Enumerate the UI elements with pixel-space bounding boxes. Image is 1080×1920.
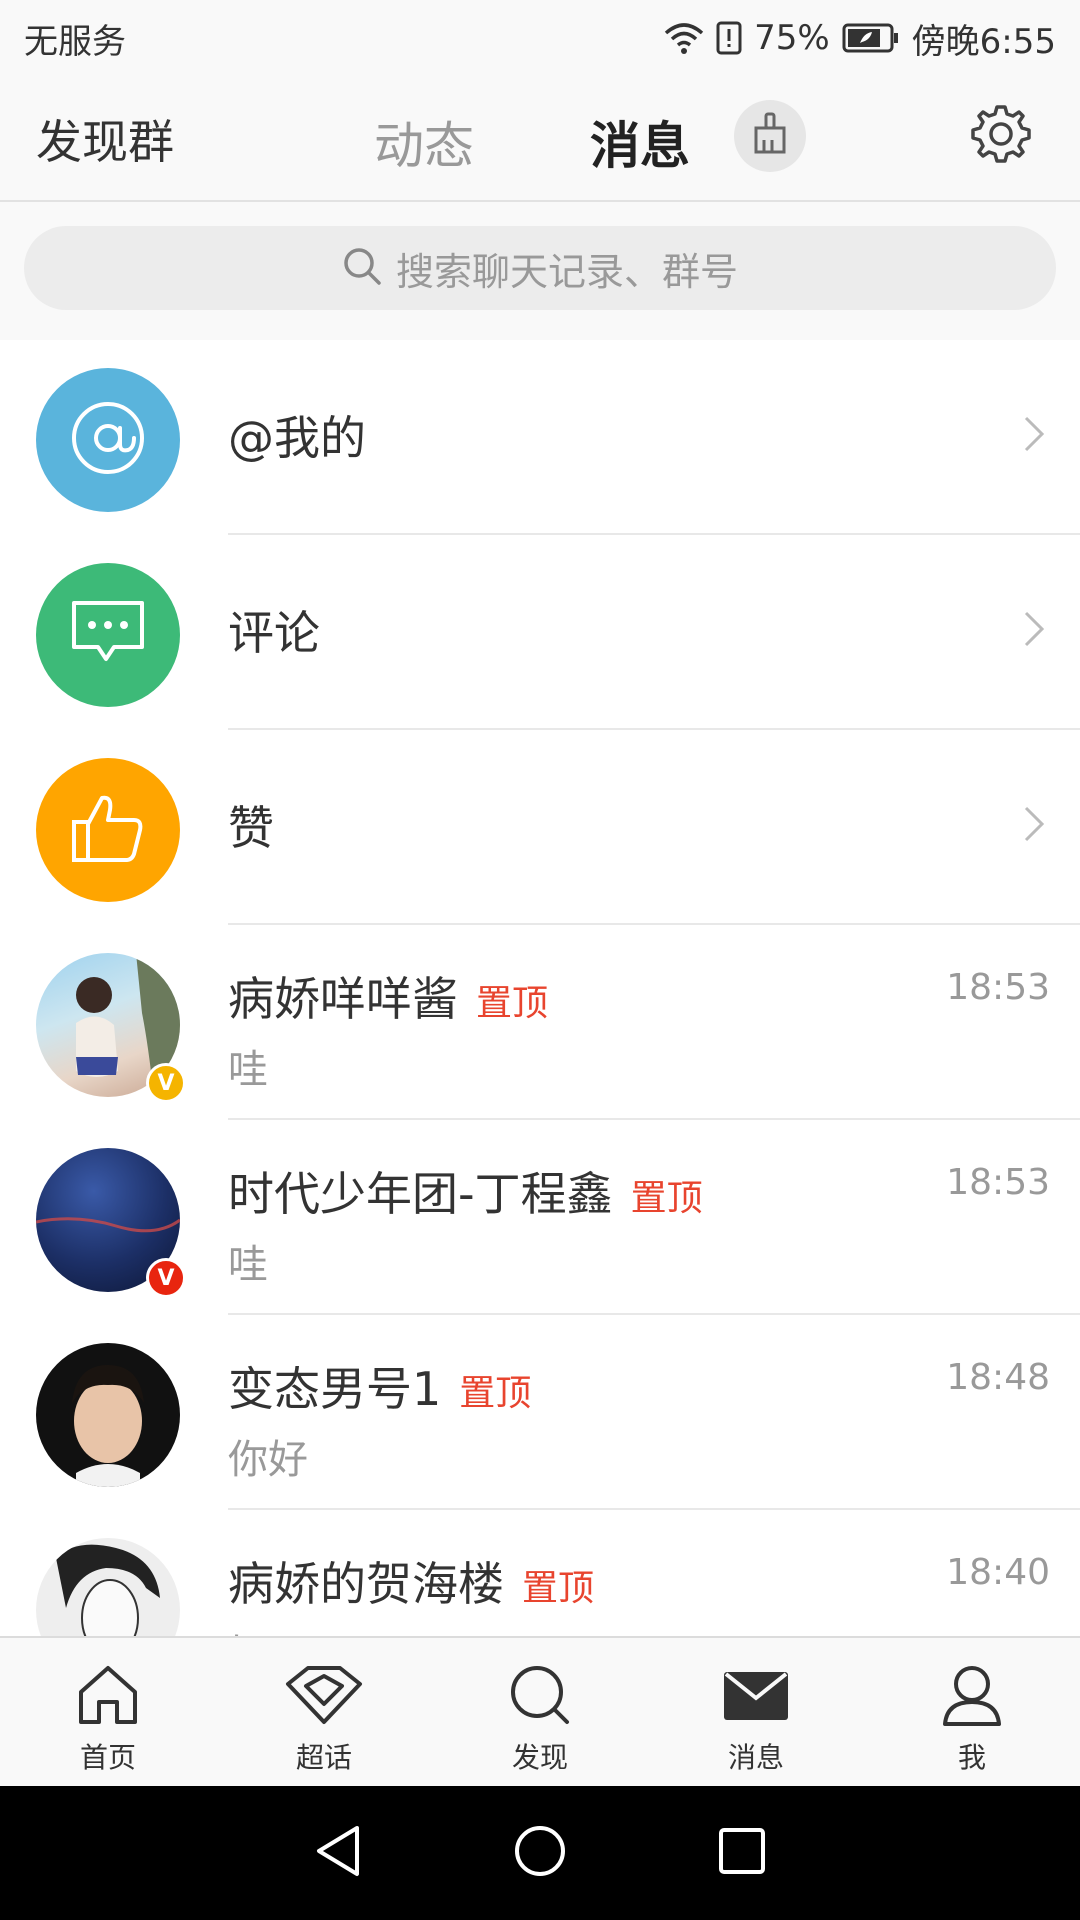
recents-icon[interactable] (717, 1826, 767, 1880)
chat-time: 18:53 (946, 1162, 1050, 1203)
back-icon[interactable] (313, 1824, 363, 1882)
tab-profile[interactable]: 我 (864, 1638, 1080, 1786)
bottom-tab-bar: 首页 超话 发现 消息 我 (0, 1636, 1080, 1786)
status-bar: 无服务 75% 傍晚6:55 (0, 0, 1080, 76)
verified-badge: V (146, 1063, 186, 1103)
comments-label: 评论 (228, 606, 320, 660)
pinned-tag: 置顶 (476, 983, 549, 1024)
chat-row[interactable]: 变态男号1 置顶 18:48 你好 (0, 1315, 1080, 1510)
at-icon (68, 398, 148, 482)
chevron-right-icon (1022, 607, 1046, 655)
chat-title: 时代少年团-丁程鑫 置顶 (228, 1158, 703, 1224)
clear-unread-button[interactable] (734, 100, 806, 172)
chat-title: 病娇的贺海楼 置顶 (228, 1548, 594, 1614)
list-item-likes[interactable]: 赞 (0, 730, 1080, 925)
chat-row[interactable]: 病娇的贺海楼 置顶 18:40 好 (0, 1510, 1080, 1636)
tab-messages-label: 消息 (590, 117, 690, 175)
tab-messages-bottom[interactable]: 消息 (648, 1638, 864, 1786)
chat-preview: 哇 (228, 1242, 268, 1288)
broom-icon (750, 112, 790, 160)
chat-title: 病娇咩咩酱 置顶 (228, 963, 548, 1029)
tab-dynamic[interactable]: 动态 (374, 106, 474, 178)
avatar: V (36, 1148, 186, 1298)
avatar (36, 1538, 180, 1636)
tab-dynamic-label: 动态 (374, 117, 474, 175)
top-nav: 发现群 动态 消息 (0, 76, 1080, 202)
system-nav-bar (0, 1786, 1080, 1920)
thumbs-up-icon (68, 790, 148, 870)
comment-icon (68, 597, 148, 673)
search-bar[interactable]: 搜索聊天记录、群号 (24, 226, 1056, 310)
search-icon (507, 1664, 573, 1730)
home-circle-icon[interactable] (513, 1824, 567, 1882)
list-item-comments[interactable]: 评论 (0, 535, 1080, 730)
chat-preview: 你好 (228, 1437, 308, 1483)
search-icon (342, 246, 382, 290)
battery-icon (842, 23, 900, 53)
profile-icon (941, 1664, 1003, 1730)
chat-row[interactable]: V 时代少年团-丁程鑫 置顶 18:53 哇 (0, 1120, 1080, 1315)
tab-messages[interactable]: 消息 (590, 106, 690, 186)
chat-preview: 好 (228, 1622, 268, 1636)
search-placeholder: 搜索聊天记录、群号 (395, 249, 738, 294)
alert-sim-icon (716, 21, 742, 55)
chat-name: 变态男号1 (228, 1362, 442, 1416)
settings-button[interactable] (964, 100, 1036, 172)
mentions-avatar (36, 368, 180, 512)
mail-icon (722, 1664, 790, 1730)
avatar (36, 1343, 180, 1487)
likes-avatar (36, 758, 180, 902)
chat-time: 18:53 (946, 967, 1050, 1008)
tab-discover[interactable]: 发现 (432, 1638, 648, 1786)
chevron-right-icon (1022, 802, 1046, 850)
chat-time: 18:40 (946, 1552, 1050, 1593)
diamond-icon (284, 1664, 364, 1730)
chat-row[interactable]: V 病娇咩咩酱 置顶 18:53 哇 (0, 925, 1080, 1120)
verified-badge: V (146, 1258, 186, 1298)
clock: 傍晚6:55 (911, 21, 1056, 62)
avatar: V (36, 953, 186, 1103)
carrier-label: 无服务 (24, 21, 126, 62)
list-item-mentions[interactable]: @我的 (0, 340, 1080, 535)
tab-home[interactable]: 首页 (0, 1638, 216, 1786)
home-icon (75, 1664, 141, 1730)
discover-groups-button[interactable]: 发现群 (36, 106, 174, 172)
pinned-tag: 置顶 (459, 1373, 532, 1414)
message-list: @我的 评论 赞 V 病娇咩咩酱 置顶 18:53 哇 V 时代少年团-丁程鑫 … (0, 340, 1080, 1636)
pinned-tag: 置顶 (630, 1178, 703, 1219)
chat-name: 病娇咩咩酱 (228, 972, 458, 1026)
tab-super-topic-label: 超话 (295, 1741, 352, 1774)
tab-discover-label: 发现 (511, 1741, 568, 1774)
chat-time: 18:48 (946, 1357, 1050, 1398)
tab-messages-bottom-label: 消息 (727, 1741, 784, 1774)
chevron-right-icon (1022, 412, 1046, 460)
likes-label: 赞 (228, 801, 274, 855)
comments-avatar (36, 563, 180, 707)
chat-preview: 哇 (228, 1047, 268, 1093)
tab-profile-label: 我 (957, 1741, 986, 1774)
chat-name: 病娇的贺海楼 (228, 1557, 504, 1611)
wifi-icon (664, 21, 704, 55)
tab-home-label: 首页 (79, 1741, 136, 1774)
pinned-tag: 置顶 (522, 1568, 595, 1609)
chat-title: 变态男号1 置顶 (228, 1353, 531, 1419)
gear-icon (967, 101, 1033, 171)
tab-super-topic[interactable]: 超话 (216, 1638, 432, 1786)
mentions-label: @我的 (228, 411, 366, 465)
battery-percent: 75% (754, 18, 830, 58)
chat-name: 时代少年团-丁程鑫 (228, 1167, 613, 1221)
